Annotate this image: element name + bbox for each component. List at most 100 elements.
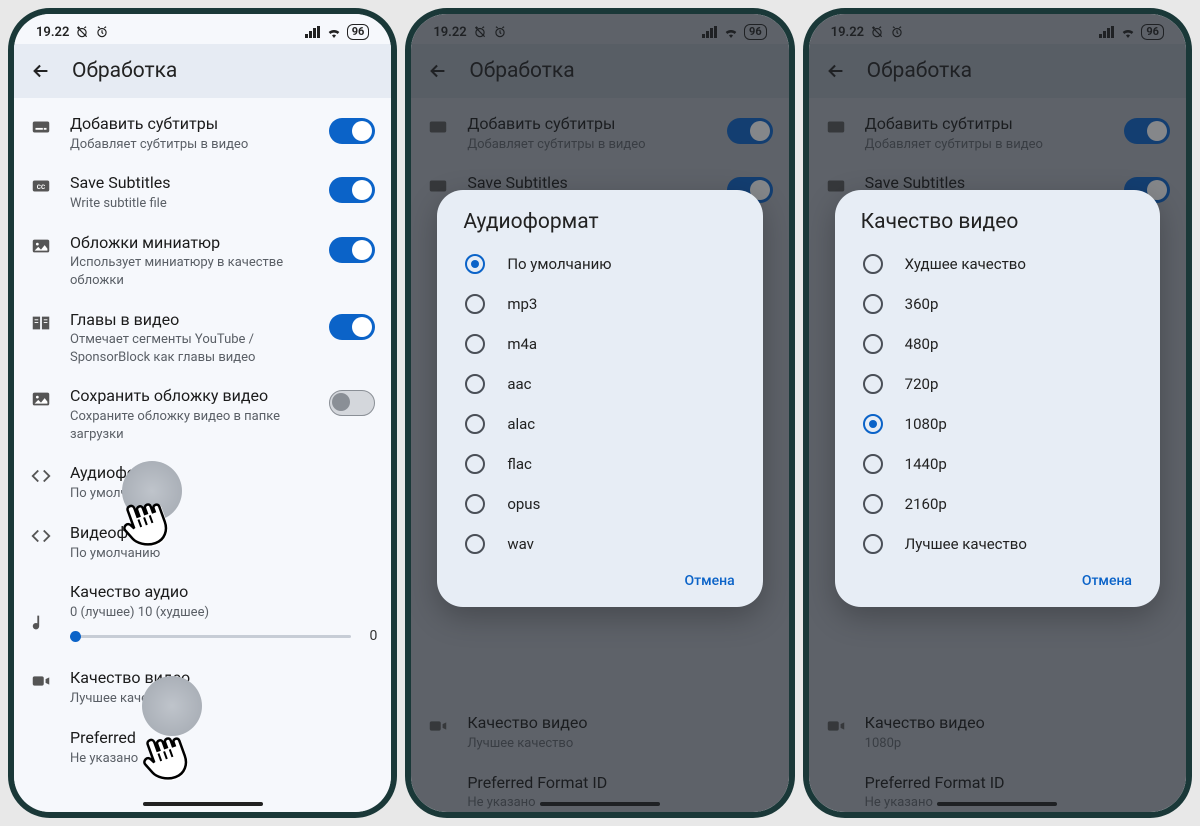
radio-label: opus [507,495,540,513]
radio-button[interactable] [863,254,883,274]
toggle-add-subtitles[interactable] [329,118,375,144]
radio-option[interactable]: aac [459,364,744,404]
radio-option[interactable]: flac [459,444,744,484]
setting-save-subtitles[interactable]: CC Save Subtitles Write subtitle file [14,163,391,222]
setting-sub: Write subtitle file [70,195,311,213]
radio-button[interactable] [863,454,883,474]
setting-save-cover[interactable]: Сохранить обложку видео Сохраните обложк… [14,376,391,453]
setting-sub: Отмечает сегменты YouTube / SponsorBlock… [70,331,311,366]
setting-audio-format[interactable]: Аудиоформат По умолчанию [14,453,391,512]
toggle-save-cover[interactable] [329,390,375,416]
signal-icon [305,26,321,38]
radio-option[interactable]: wav [459,524,744,564]
radio-button[interactable] [863,294,883,314]
setting-sub: Не указано [70,750,375,768]
radio-option[interactable]: opus [459,484,744,524]
radio-label: 720p [905,375,939,393]
radio-button[interactable] [465,254,485,274]
status-bar: 19.22 96 [14,14,391,44]
radio-label: Лучшее качество [905,535,1027,553]
radio-label: 1080p [905,415,947,433]
radio-label: По умолчанию [507,255,611,273]
home-indicator[interactable] [143,802,263,806]
radio-option[interactable]: 2160p [857,484,1142,524]
radio-option[interactable]: 1080p [857,404,1142,444]
toggle-thumbnails[interactable] [329,237,375,263]
app-bar: Обработка [14,44,391,98]
setting-title: Preferred [70,728,375,749]
setting-sub: Использует миниатюру в качестве обложки [70,254,311,289]
clock: 19.22 [36,25,69,40]
alarm-icon [95,25,109,39]
radio-button[interactable] [465,454,485,474]
setting-title: Качество аудио [70,582,375,603]
radio-label: m4a [507,335,537,353]
battery-indicator: 96 [347,24,370,40]
radio-label: alac [507,415,535,433]
radio-label: Худшее качество [905,255,1026,273]
setting-video-format[interactable]: Видеоф По умолчанию [14,513,391,572]
radio-option[interactable]: Лучшее качество [857,524,1142,564]
radio-button[interactable] [863,494,883,514]
radio-option[interactable]: 480p [857,324,1142,364]
radio-label: mp3 [507,295,537,313]
radio-button[interactable] [863,374,883,394]
radio-label: 480p [905,335,939,353]
radio-option[interactable]: Худшее качество [857,244,1142,284]
wifi-icon [326,26,342,38]
video-quality-dialog: Качество видео Худшее качество 360p 480p 72… [835,190,1160,607]
setting-sub: Добавляет субтитры в видео [70,136,311,154]
radio-option[interactable]: m4a [459,324,744,364]
setting-video-quality[interactable]: Качество видео Лучшее качество [14,658,391,717]
back-button[interactable] [30,60,52,82]
audio-quality-slider[interactable] [70,635,351,638]
radio-option[interactable]: 720p [857,364,1142,404]
radio-option[interactable]: 360p [857,284,1142,324]
dialog-title: Качество видео [857,210,1142,234]
cc-icon: CC [30,175,52,197]
radio-option[interactable]: alac [459,404,744,444]
radio-button[interactable] [465,294,485,314]
setting-title: Save Subtitles [70,173,311,194]
radio-button[interactable] [465,374,485,394]
setting-thumbnails[interactable]: Обложки миниатюр Использует миниатюру в … [14,223,391,300]
pointer-cursor-icon [112,494,176,558]
phone-3: 19.22 96 Обработка Добавить суб [803,8,1192,818]
radio-button[interactable] [465,494,485,514]
radio-button[interactable] [863,534,883,554]
phone-2: 19.22 96 Обработка Добавить суб [405,8,794,818]
toggle-save-subtitles[interactable] [329,177,375,203]
radio-button[interactable] [465,534,485,554]
radio-button[interactable] [863,414,883,434]
radio-label: 1440p [905,455,947,473]
setting-preferred-format[interactable]: Preferred Не указано [14,718,391,777]
setting-title: Обложки миниатюр [70,233,311,254]
setting-title: Добавить субтитры [70,114,311,135]
radio-label: aac [507,375,531,393]
setting-chapters[interactable]: Главы в видео Отмечает сегменты YouTube … [14,300,391,377]
toggle-chapters[interactable] [329,314,375,340]
code-icon [30,465,52,487]
setting-title: Аудиоформат [70,463,375,484]
radio-option[interactable]: 1440p [857,444,1142,484]
setting-audio-quality[interactable]: Качество аудио 0 (лучшее) 10 (худшее) 0 [14,572,391,640]
phone-1: 19.22 96 Обработка [8,8,397,818]
setting-title: Сохранить обложку видео [70,386,311,407]
radio-label: 2160p [905,495,947,513]
radio-label: flac [507,455,532,473]
radio-option[interactable]: mp3 [459,284,744,324]
radio-label: wav [507,535,534,553]
pointer-cursor-icon [132,728,196,792]
radio-button[interactable] [863,334,883,354]
setting-sub: 0 (лучшее) 10 (худшее) [70,604,375,622]
radio-group: По умолчанию mp3 m4a aac alac flac opus wav [459,244,744,564]
image-icon [30,235,52,257]
code-icon [30,525,52,547]
video-icon [30,670,52,692]
radio-button[interactable] [465,414,485,434]
radio-button[interactable] [465,334,485,354]
cancel-button[interactable]: Отмена [1082,573,1132,589]
radio-option[interactable]: По умолчанию [459,244,744,284]
cancel-button[interactable]: Отмена [685,573,735,589]
setting-add-subtitles[interactable]: Добавить субтитры Добавляет субтитры в в… [14,104,391,163]
